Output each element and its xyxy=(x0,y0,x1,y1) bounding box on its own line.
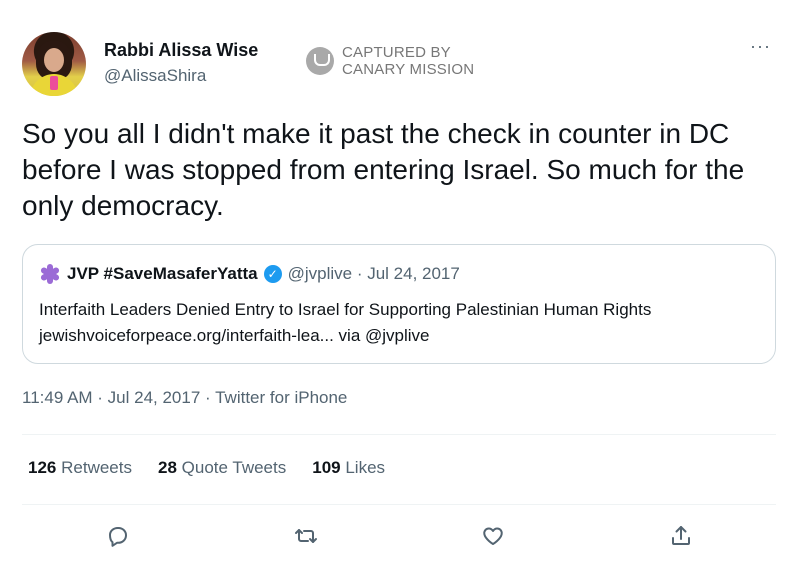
reply-button[interactable] xyxy=(101,518,135,554)
verified-badge-icon: ✓ xyxy=(263,265,282,283)
divider xyxy=(22,434,776,435)
share-button[interactable] xyxy=(664,518,698,554)
avatar-face xyxy=(44,48,64,72)
stat-count: 109 xyxy=(312,458,341,477)
avatar-lanyard xyxy=(50,76,58,90)
author-handle[interactable]: @AlissaShira xyxy=(104,66,206,86)
stat-count: 126 xyxy=(28,458,57,477)
quoted-author-name: JVP #SaveMasaferYatta xyxy=(67,264,258,283)
avatar[interactable] xyxy=(22,32,86,96)
tweet-timestamp[interactable]: 11:49 AM · Jul 24, 2017 · Twitter for iP… xyxy=(22,388,347,408)
stat-retweets[interactable]: 126 Retweets xyxy=(28,458,132,478)
more-options-icon[interactable]: ··· xyxy=(750,37,771,55)
retweet-button[interactable] xyxy=(289,518,323,554)
stat-label: Retweets xyxy=(61,458,132,477)
retweet-icon xyxy=(295,529,317,543)
stat-count: 28 xyxy=(157,458,177,477)
quoted-tweet-text: Interfaith Leaders Denied Entry to Israe… xyxy=(39,300,652,345)
divider xyxy=(22,504,776,505)
watermark-line-2: CANARY MISSION xyxy=(342,61,475,78)
like-icon xyxy=(483,527,503,545)
canary-seal-icon xyxy=(306,47,334,75)
stat-quote-tweets[interactable]: 28 Quote Tweets xyxy=(158,458,286,478)
reply-icon xyxy=(109,527,127,547)
tweet-text: So you all I didn't make it past the che… xyxy=(22,118,745,221)
stat-likes[interactable]: 109 Likes xyxy=(312,458,385,478)
watermark: CAPTURED BY CANARY MISSION xyxy=(306,44,474,78)
action-bar xyxy=(0,518,800,558)
quoted-tweet[interactable]: JVP #SaveMasaferYatta ✓ @jvplive · Jul 2… xyxy=(22,244,776,364)
watermark-line-1: CAPTURED BY xyxy=(342,44,451,61)
stat-label: Likes xyxy=(345,458,386,477)
quoted-handle-date: @jvplive · Jul 24, 2017 xyxy=(287,264,460,283)
flower-avatar-icon xyxy=(39,263,61,285)
like-button[interactable] xyxy=(476,518,510,554)
author-name[interactable]: Rabbi Alissa Wise xyxy=(104,40,258,61)
stat-label: Quote Tweets xyxy=(181,458,287,477)
quoted-tweet-header: JVP #SaveMasaferYatta ✓ @jvplive · Jul 2… xyxy=(39,263,460,285)
engagement-stats: 126 Retweets 28 Quote Tweets 109 Likes xyxy=(28,458,385,478)
share-icon xyxy=(672,526,690,545)
